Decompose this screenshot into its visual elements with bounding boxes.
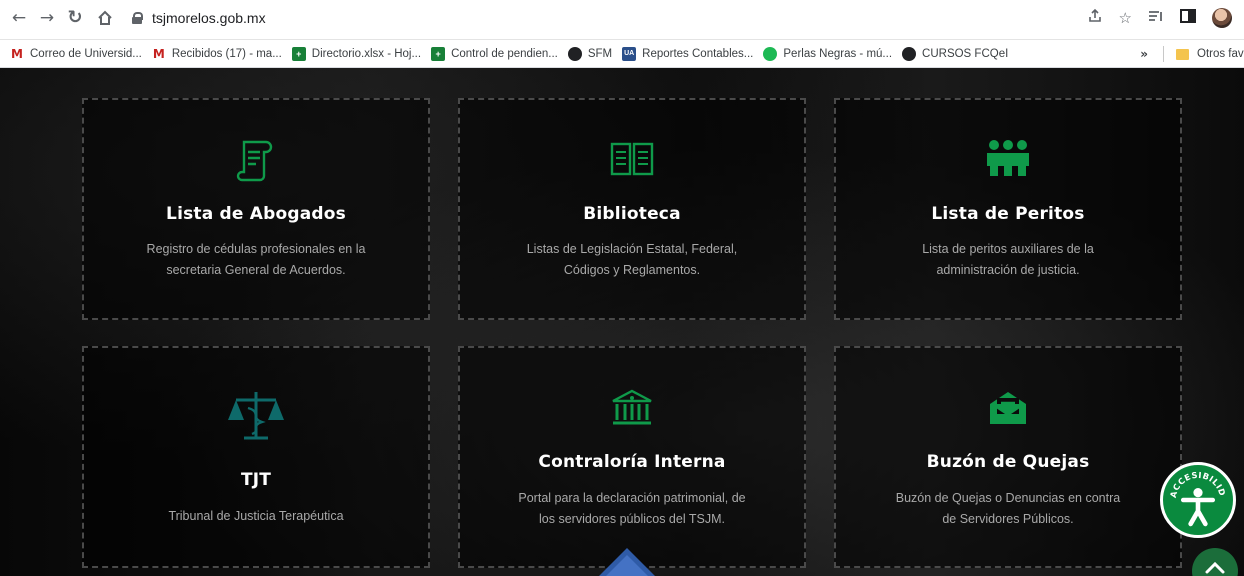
home-icon[interactable] xyxy=(94,7,116,29)
sheets-icon: + xyxy=(431,46,446,61)
card-buzon-quejas[interactable]: Buzón de Quejas Buzón de Quejas o Denunc… xyxy=(834,346,1182,568)
scales-caduceus-icon xyxy=(226,388,286,450)
profile-avatar[interactable] xyxy=(1212,8,1232,28)
card-biblioteca[interactable]: Biblioteca Listas de Legislación Estatal… xyxy=(458,98,806,320)
back-arrow-icon[interactable]: ← xyxy=(8,7,30,29)
bookmark-correo[interactable]: M Correo de Universid... xyxy=(0,40,142,68)
toolbar-actions: ☆ xyxy=(1087,3,1244,33)
card-description: Tribunal de Justicia Terapéutica xyxy=(168,509,344,523)
blue-triangle-marker-inner xyxy=(603,555,651,576)
card-title: Lista de Abogados xyxy=(166,204,346,224)
chevron-up-icon xyxy=(1205,561,1225,574)
spotify-icon xyxy=(763,46,778,61)
folder-icon xyxy=(1176,48,1189,60)
reading-list-icon[interactable] xyxy=(1148,9,1164,27)
card-lista-peritos[interactable]: Lista de Peritos Lista de peritos auxili… xyxy=(834,98,1182,320)
bookmark-directorio[interactable]: + Directorio.xlsx - Hoj... xyxy=(282,40,421,68)
card-description: Buzón de Quejas o Denuncias en contra de … xyxy=(895,491,1121,526)
bookmark-recibidos[interactable]: M Recibidos (17) - ma... xyxy=(142,40,282,68)
gmail-icon: M xyxy=(11,46,23,61)
bookmark-control[interactable]: + Control de pendien... xyxy=(421,40,558,68)
card-title: Lista de Peritos xyxy=(931,204,1085,224)
government-building-icon xyxy=(610,388,654,432)
page-content: Lista de Abogados Registro de cédulas pr… xyxy=(0,68,1244,576)
mail-envelope-icon xyxy=(988,388,1028,430)
card-contraloria-interna[interactable]: Contraloría Interna Portal para la decla… xyxy=(458,346,806,568)
bookmarks-divider xyxy=(1163,46,1164,62)
address-bar[interactable]: tsjmorelos.gob.mx xyxy=(128,4,1068,32)
card-description: Listas de Legislación Estatal, Federal, C… xyxy=(526,242,738,277)
uam-icon: UA xyxy=(622,46,637,61)
open-book-icon xyxy=(609,140,655,184)
card-description: Registro de cédulas profesionales en la s… xyxy=(146,242,366,277)
bookmark-cursos[interactable]: CURSOS FCQeI xyxy=(892,40,1008,68)
scroll-document-icon xyxy=(236,138,276,186)
card-title: Biblioteca xyxy=(583,204,681,224)
card-description: Lista de peritos auxiliares de la adminis… xyxy=(922,242,1094,277)
group-people-icon xyxy=(984,138,1032,182)
sheets-icon: + xyxy=(291,46,306,61)
reload-icon[interactable]: ↻ xyxy=(64,7,86,29)
side-panel-icon[interactable] xyxy=(1180,9,1196,27)
card-lista-abogados[interactable]: Lista de Abogados Registro de cédulas pr… xyxy=(82,98,430,320)
accessibility-button[interactable]: ACCESIBILIDAD xyxy=(1160,462,1236,538)
scroll-to-top-button[interactable] xyxy=(1192,548,1238,576)
star-icon[interactable]: ☆ xyxy=(1119,9,1132,27)
other-bookmarks-folder[interactable]: Otros favoritos xyxy=(1176,40,1244,68)
browser-toolbar: ← → ↻ tsjmorelos.gob.mx ☆ xyxy=(0,0,1244,40)
card-title: TJT xyxy=(240,470,272,490)
card-title: Contraloría Interna xyxy=(538,452,726,472)
bookmark-perlas[interactable]: Perlas Negras - mú... xyxy=(753,40,892,68)
forward-arrow-icon[interactable]: → xyxy=(36,7,58,29)
globe-icon xyxy=(567,46,582,61)
card-title: Buzón de Quejas xyxy=(926,452,1090,472)
lock-icon xyxy=(132,12,143,24)
card-tjt[interactable]: TJT Tribunal de Justicia Terapéutica xyxy=(82,346,430,568)
bookmark-sfm[interactable]: SFM xyxy=(558,40,612,68)
bookmarks-bar: M Correo de Universid... M Recibidos (17) … xyxy=(0,40,1244,68)
globe-icon xyxy=(902,46,917,61)
share-icon[interactable] xyxy=(1087,8,1103,28)
bookmark-reportes[interactable]: UA Reportes Contables... xyxy=(612,40,753,68)
bookmarks-overflow-button[interactable]: » xyxy=(1140,40,1148,68)
card-description: Portal para la declaración patrimonial, … xyxy=(518,491,746,526)
gmail-icon: M xyxy=(152,46,165,61)
url-text: tsjmorelos.gob.mx xyxy=(152,10,266,26)
